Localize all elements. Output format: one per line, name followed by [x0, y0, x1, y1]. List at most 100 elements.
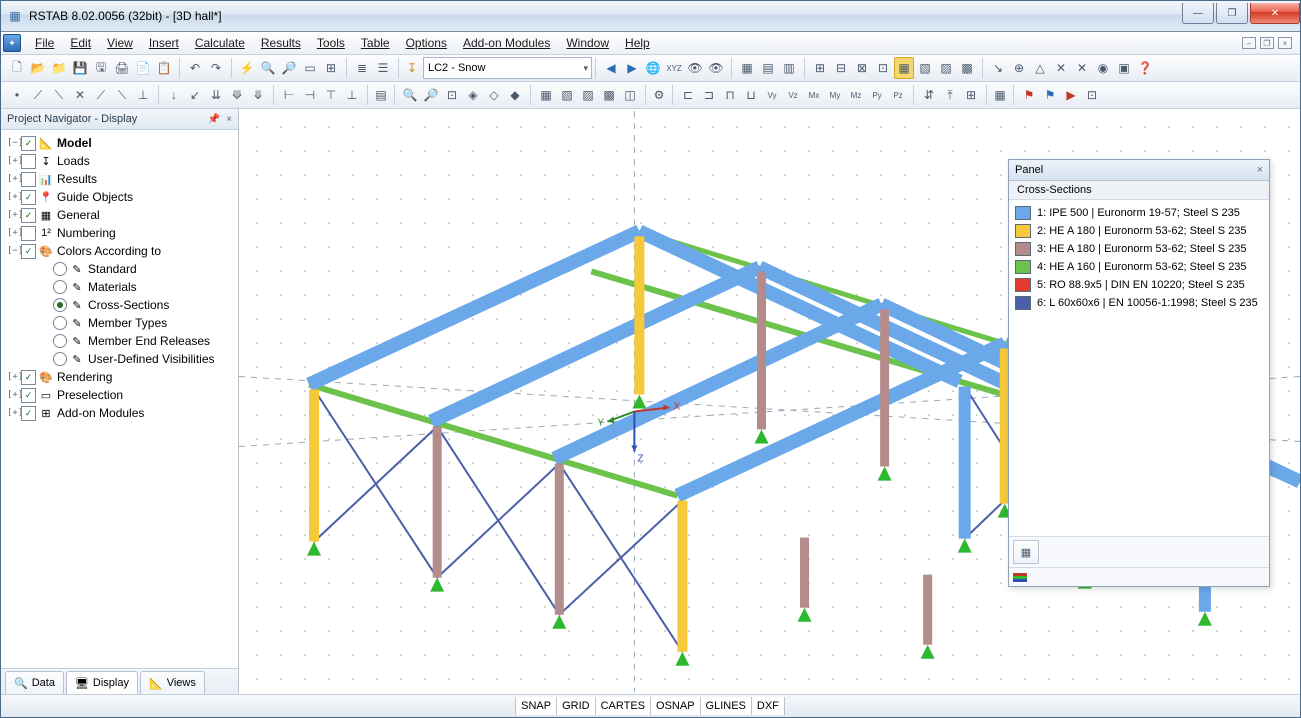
tab-views[interactable]: 📐Views	[140, 671, 205, 694]
checkbox-icon[interactable]: ✓	[21, 208, 36, 223]
f10-icon[interactable]: Py	[867, 84, 887, 106]
grid3-icon[interactable]: ▥	[779, 57, 799, 79]
list-icon[interactable]: ≣	[352, 57, 372, 79]
expand-icon[interactable]: [+]	[7, 174, 21, 184]
f11-icon[interactable]: Pz	[888, 84, 908, 106]
panel-colorbar[interactable]	[1009, 567, 1269, 586]
checkbox-icon[interactable]: ✓	[21, 370, 36, 385]
v3-icon[interactable]: ▨	[578, 84, 598, 106]
z5-icon[interactable]: ◇	[484, 84, 504, 106]
zoom-icon[interactable]: 🔍	[258, 57, 278, 79]
menu-file[interactable]: File	[27, 34, 62, 52]
r3-icon[interactable]: ⊠	[852, 57, 872, 79]
menu-addon[interactable]: Add-on Modules	[455, 34, 558, 52]
v2-icon[interactable]: ▧	[557, 84, 577, 106]
gear-icon[interactable]: ⚙	[649, 84, 669, 106]
b1-icon[interactable]: ⟋	[28, 84, 48, 106]
eye-icon[interactable]: 👁	[685, 57, 705, 79]
z6-icon[interactable]: ◆	[505, 84, 525, 106]
copy-icon[interactable]: 📋	[154, 57, 174, 79]
menu-options[interactable]: Options	[398, 34, 455, 52]
cross-section-panel[interactable]: Panel × Cross-Sections 1: IPE 500 | Euro…	[1008, 159, 1270, 587]
mdi-minimize[interactable]: –	[1242, 37, 1256, 49]
z1-icon[interactable]: 🔍	[400, 84, 420, 106]
tree-row[interactable]: [+]📊Results	[3, 170, 236, 188]
pin-icon[interactable]: 📌	[208, 114, 220, 125]
checkbox-icon[interactable]: ✓	[21, 406, 36, 421]
status-dxf[interactable]: DXF	[751, 697, 785, 715]
preview-icon[interactable]: 📄	[133, 57, 153, 79]
status-grid[interactable]: GRID	[556, 697, 596, 715]
r7-icon[interactable]: ▨	[936, 57, 956, 79]
nav-next-icon[interactable]: ▶	[622, 57, 642, 79]
e1-icon[interactable]: ▤	[371, 84, 391, 106]
menu-tools[interactable]: Tools	[309, 34, 353, 52]
b4-icon[interactable]: ⟋	[91, 84, 111, 106]
tree-row[interactable]: [+]↧Loads	[3, 152, 236, 170]
node-icon[interactable]: •	[7, 84, 27, 106]
tree-row[interactable]: ✎Cross-Sections	[3, 296, 236, 314]
minimize-button[interactable]: —	[1182, 3, 1214, 24]
menu-edit[interactable]: Edit	[62, 34, 99, 52]
c2-icon[interactable]: ↙	[185, 84, 205, 106]
panel-settings-icon[interactable]: ▦	[1013, 540, 1039, 564]
c5-icon[interactable]: ⤋	[248, 84, 268, 106]
tree-row[interactable]: ✎Member Types	[3, 314, 236, 332]
flag3-icon[interactable]: ▶	[1061, 84, 1081, 106]
g3-icon[interactable]: ⊞	[961, 84, 981, 106]
checkbox-icon[interactable]: ✓	[21, 190, 36, 205]
z2-icon[interactable]: 🔎	[421, 84, 441, 106]
viewport[interactable]: X Y Z X Y Z	[239, 109, 1300, 694]
nav-close-icon[interactable]: ×	[226, 114, 232, 125]
f7-icon[interactable]: Mx	[804, 84, 824, 106]
tree-row[interactable]: [−]✓🎨Colors According to	[3, 242, 236, 260]
f6-icon[interactable]: Vz	[783, 84, 803, 106]
list2-icon[interactable]: ☰	[373, 57, 393, 79]
maximize-button[interactable]: ❐	[1216, 3, 1248, 24]
z4-icon[interactable]: ◈	[463, 84, 483, 106]
expand-icon[interactable]: [+]	[7, 408, 21, 418]
checkbox-icon[interactable]: ✓	[21, 244, 36, 259]
radio-icon[interactable]	[53, 316, 67, 330]
expand-icon[interactable]: [+]	[7, 156, 21, 166]
r5-icon[interactable]: ▦	[894, 57, 914, 79]
mdi-restore[interactable]: ❐	[1260, 37, 1274, 49]
tree-row[interactable]: ✎User-Defined Visibilities	[3, 350, 236, 368]
xyz-icon[interactable]: XYZ	[664, 57, 684, 79]
r8-icon[interactable]: ▩	[957, 57, 977, 79]
c1-icon[interactable]: ↓	[164, 84, 184, 106]
b3-icon[interactable]: ✕	[70, 84, 90, 106]
menu-window[interactable]: Window	[558, 34, 617, 52]
menu-insert[interactable]: Insert	[141, 34, 187, 52]
f8-icon[interactable]: My	[825, 84, 845, 106]
b6-icon[interactable]: ⊥	[133, 84, 153, 106]
t6-icon[interactable]: ◉	[1093, 57, 1113, 79]
legend-row[interactable]: 2: HE A 180 | Euronorm 53-62; Steel S 23…	[1011, 222, 1267, 240]
menu-table[interactable]: Table	[353, 34, 398, 52]
expand-icon[interactable]: [+]	[7, 390, 21, 400]
new-icon[interactable]: 🗋	[7, 57, 27, 79]
d2-icon[interactable]: ⊣	[300, 84, 320, 106]
undo-icon[interactable]: ↶	[185, 57, 205, 79]
radio-icon[interactable]	[53, 262, 67, 276]
status-osnap[interactable]: OSNAP	[650, 697, 701, 715]
calc-icon[interactable]: ⚡	[237, 57, 257, 79]
tree-row[interactable]: ✎Materials	[3, 278, 236, 296]
d3-icon[interactable]: ⊤	[321, 84, 341, 106]
t2-icon[interactable]: ⊕	[1009, 57, 1029, 79]
menu-help[interactable]: Help	[617, 34, 658, 52]
menu-calculate[interactable]: Calculate	[187, 34, 253, 52]
legend-row[interactable]: 1: IPE 500 | Euronorm 19-57; Steel S 235	[1011, 204, 1267, 222]
status-snap[interactable]: SNAP	[515, 697, 557, 715]
t1-icon[interactable]: ↘	[988, 57, 1008, 79]
expand-icon[interactable]: [+]	[7, 192, 21, 202]
d1-icon[interactable]: ⊢	[279, 84, 299, 106]
globe-icon[interactable]: 🌐	[643, 57, 663, 79]
legend-row[interactable]: 6: L 60x60x6 | EN 10056-1:1998; Steel S …	[1011, 294, 1267, 312]
select-icon[interactable]: ▭	[300, 57, 320, 79]
tree-row[interactable]: [+]✓▭Preselection	[3, 386, 236, 404]
z3-icon[interactable]: ⊡	[442, 84, 462, 106]
eye2-icon[interactable]: 👁	[706, 57, 726, 79]
expand-icon[interactable]: [+]	[7, 210, 21, 220]
redo-icon[interactable]: ↷	[206, 57, 226, 79]
